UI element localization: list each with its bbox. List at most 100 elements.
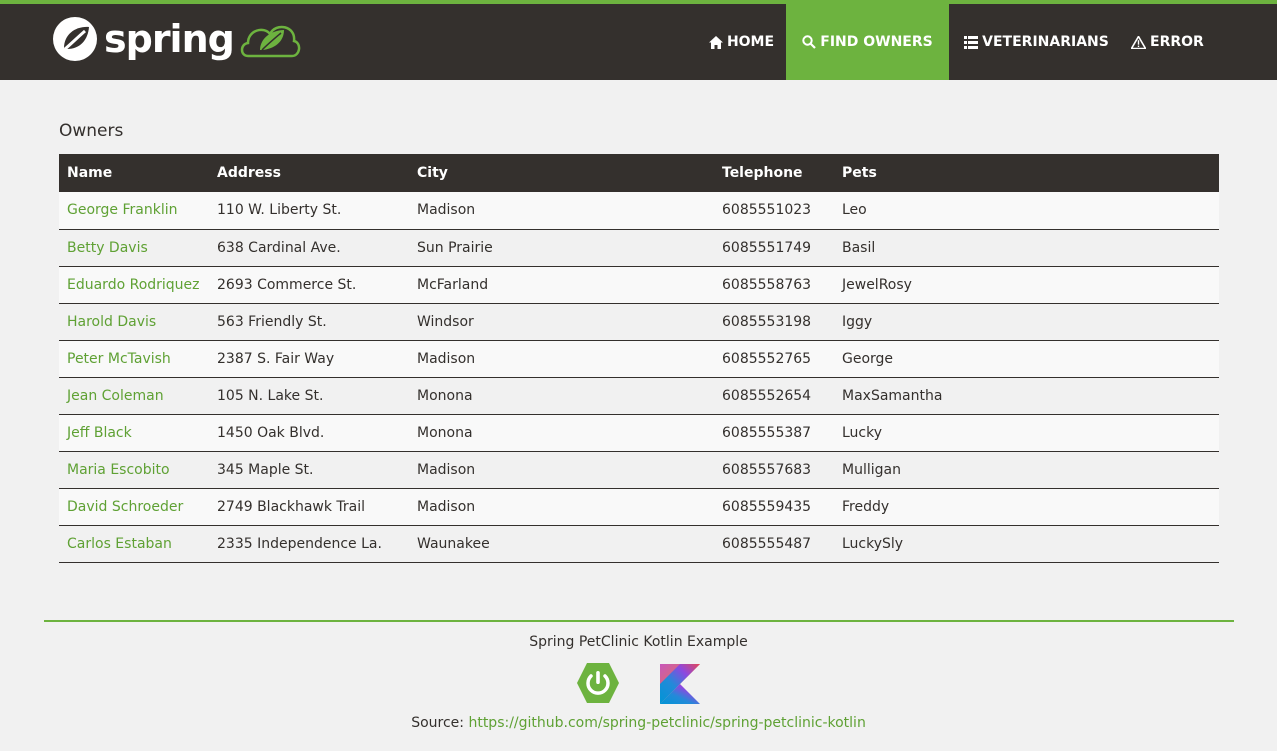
cell-address: 2387 S. Fair Way xyxy=(209,340,409,378)
cell-telephone: 6085555387 xyxy=(714,414,834,452)
cell-telephone: 6085551023 xyxy=(714,192,834,230)
cell-pets: JewelRosy xyxy=(834,266,1219,304)
cell-address: 2749 Blackhawk Trail xyxy=(209,488,409,526)
cell-name: Eduardo Rodriquez xyxy=(59,266,209,304)
spring-brand-logo[interactable]: spring xyxy=(52,14,302,64)
table-header-row: Name Address City Telephone Pets xyxy=(59,154,1219,192)
cell-city: Madison xyxy=(409,340,714,378)
cell-city: Madison xyxy=(409,488,714,526)
owners-table: Name Address City Telephone Pets George … xyxy=(59,154,1219,563)
brand-wordmark: spring xyxy=(104,17,235,61)
cell-telephone: 6085551749 xyxy=(714,229,834,267)
header-address[interactable]: Address xyxy=(209,154,409,192)
cell-city: Windsor xyxy=(409,303,714,341)
owner-name-link[interactable]: Peter McTavish xyxy=(67,351,171,367)
cell-city: McFarland xyxy=(409,266,714,304)
cell-name: Maria Escobito xyxy=(59,451,209,489)
cell-pets: George xyxy=(834,340,1219,378)
table-row: Eduardo Rodriquez 2693 Commerce St. McFarl… xyxy=(59,266,1219,304)
owner-name-link[interactable]: Jean Coleman xyxy=(67,388,164,404)
owner-name-link[interactable]: Harold Davis xyxy=(67,314,156,330)
cell-telephone: 6085553198 xyxy=(714,303,834,341)
cell-telephone: 6085555487 xyxy=(714,525,834,563)
table-row: Jean Coleman 105 N. Lake St. Monona 6085552… xyxy=(59,377,1219,415)
cell-pets: Mulligan xyxy=(834,451,1219,489)
cell-name: Peter McTavish xyxy=(59,340,209,378)
cell-telephone: 6085558763 xyxy=(714,266,834,304)
cell-name: Betty Davis xyxy=(59,229,209,267)
header-city[interactable]: City xyxy=(409,154,714,192)
cell-address: 105 N. Lake St. xyxy=(209,377,409,415)
footer-divider xyxy=(44,620,1234,622)
nav-veterinarians-label: VETERINARIANS xyxy=(982,34,1109,50)
nav-home[interactable]: HOME xyxy=(697,4,786,80)
cell-address: 563 Friendly St. xyxy=(209,303,409,341)
cell-address: 110 W. Liberty St. xyxy=(209,192,409,230)
footer-source-link[interactable]: https://github.com/spring-petclinic/spri… xyxy=(468,715,865,731)
cell-pets: Freddy xyxy=(834,488,1219,526)
cell-telephone: 6085552765 xyxy=(714,340,834,378)
nav-find-owners[interactable]: FIND OWNERS xyxy=(786,4,949,80)
cell-telephone: 6085552654 xyxy=(714,377,834,415)
cell-name: Harold Davis xyxy=(59,303,209,341)
home-icon xyxy=(708,35,723,49)
table-row: Maria Escobito 345 Maple St. Madison 608555… xyxy=(59,451,1219,489)
table-row: George Franklin 110 W. Liberty St. Madison… xyxy=(59,192,1219,230)
cell-city: Madison xyxy=(409,451,714,489)
owner-name-link[interactable]: Carlos Estaban xyxy=(67,536,172,552)
cell-name: Jeff Black xyxy=(59,414,209,452)
nav-home-label: HOME xyxy=(726,34,775,50)
nav-error[interactable]: ERROR xyxy=(1124,4,1212,80)
cell-city: Madison xyxy=(409,192,714,230)
cell-address: 345 Maple St. xyxy=(209,451,409,489)
owner-name-link[interactable]: Jeff Black xyxy=(67,425,132,441)
header-telephone[interactable]: Telephone xyxy=(714,154,834,192)
table-row: Betty Davis 638 Cardinal Ave. Sun Prairie 6… xyxy=(59,229,1219,267)
main-nav: HOME FIND OWNERS VETERINARIANS ERROR xyxy=(697,4,1277,80)
footer-title: Spring PetClinic Kotlin Example xyxy=(529,634,748,650)
cell-address: 2335 Independence La. xyxy=(209,525,409,563)
header-pets[interactable]: Pets xyxy=(834,154,1219,192)
footer-logos xyxy=(0,662,1277,706)
cell-telephone: 6085559435 xyxy=(714,488,834,526)
search-icon xyxy=(802,35,817,49)
table-row: Jeff Black 1450 Oak Blvd. Monona 6085555387… xyxy=(59,414,1219,452)
cell-city: Monona xyxy=(409,377,714,415)
cell-address: 2693 Commerce St. xyxy=(209,266,409,304)
kotlin-logo-icon xyxy=(659,664,700,704)
nav-error-label: ERROR xyxy=(1150,34,1204,50)
cell-city: Sun Prairie xyxy=(409,229,714,267)
list-icon xyxy=(964,35,979,49)
cell-name: George Franklin xyxy=(59,192,209,230)
owner-name-link[interactable]: Eduardo Rodriquez xyxy=(67,277,200,293)
cell-pets: Iggy xyxy=(834,303,1219,341)
header-name[interactable]: Name xyxy=(59,154,209,192)
cell-address: 1450 Oak Blvd. xyxy=(209,414,409,452)
footer-source: Source: https://github.com/spring-petcli… xyxy=(0,715,1277,731)
cell-name: Jean Coleman xyxy=(59,377,209,415)
owner-name-link[interactable]: George Franklin xyxy=(67,202,178,218)
cell-pets: Basil xyxy=(834,229,1219,267)
spring-leaf-icon xyxy=(53,17,97,61)
owner-name-link[interactable]: David Schroeder xyxy=(67,499,183,515)
cell-name: Carlos Estaban xyxy=(59,525,209,563)
table-row: Harold Davis 563 Friendly St. Windsor 60855… xyxy=(59,303,1219,341)
table-row: Peter McTavish 2387 S. Fair Way Madison 608… xyxy=(59,340,1219,378)
table-row: David Schroeder 2749 Blackhawk Trail Madis… xyxy=(59,488,1219,526)
owner-name-link[interactable]: Maria Escobito xyxy=(67,462,170,478)
nav-veterinarians[interactable]: VETERINARIANS xyxy=(949,4,1124,80)
navbar: spring HOME FIND OWNERS VETERINARIANS ER… xyxy=(0,0,1277,80)
owner-name-link[interactable]: Betty Davis xyxy=(67,240,148,256)
warning-icon xyxy=(1131,35,1146,49)
cell-pets: Lucky xyxy=(834,414,1219,452)
cell-pets: Leo xyxy=(834,192,1219,230)
nav-find-owners-label: FIND OWNERS xyxy=(820,34,933,50)
spring-boot-logo-icon xyxy=(576,663,619,703)
cell-city: Monona xyxy=(409,414,714,452)
table-row: Carlos Estaban 2335 Independence La. Wauna… xyxy=(59,525,1219,563)
page-title: Owners xyxy=(59,121,124,141)
footer-source-label: Source: xyxy=(411,715,469,731)
cell-name: David Schroeder xyxy=(59,488,209,526)
cell-pets: LuckySly xyxy=(834,525,1219,563)
